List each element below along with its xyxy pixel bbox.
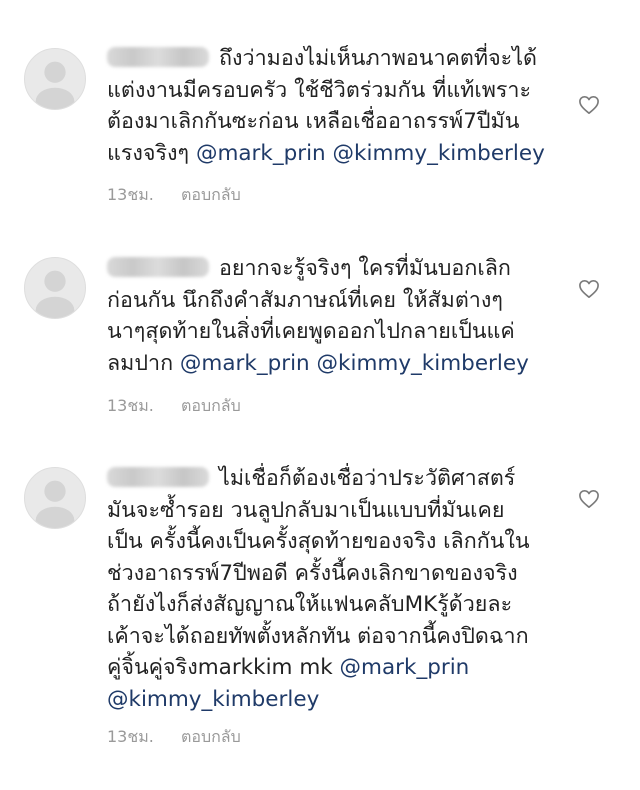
comment-text: ไม่เชื่อก็ต้องเชื่อว่าประวัติศาสตร์ มันจ… bbox=[107, 463, 567, 715]
comment-time: 13ชม. bbox=[107, 727, 154, 746]
comment-text: อยากจะรู้จริงๆ ใครที่มันบอกเลิก ก่อนกัน … bbox=[107, 253, 567, 379]
heart-outline-icon bbox=[579, 280, 599, 298]
mention-link[interactable]: @kimmy_kimberley bbox=[107, 687, 319, 712]
mention-link[interactable]: @kimmy_kimberley bbox=[333, 141, 545, 166]
blurred-username[interactable] bbox=[107, 257, 209, 277]
default-avatar-icon bbox=[35, 270, 75, 318]
comment-line: ก่อนกัน นึกถึงคำสัมภาษณ์ที่เคย ให้สัมต่า… bbox=[107, 287, 503, 313]
like-button[interactable] bbox=[578, 489, 600, 509]
default-avatar-icon bbox=[35, 480, 75, 528]
comment-meta: 13ชม. ตอบกลับ bbox=[107, 183, 241, 208]
mention-link[interactable]: @mark_prin bbox=[180, 351, 310, 376]
reply-button[interactable]: ตอบกลับ bbox=[181, 183, 241, 208]
comment-meta: 13ชม. ตอบกลับ bbox=[107, 725, 241, 750]
comment-time: 13ชม. bbox=[107, 396, 154, 415]
comment-line: ลมปาก @mark_prin @kimmy_kimberley bbox=[107, 350, 529, 376]
comment-line: คู่จิ้นคู่จริงmarkkim mk @mark_prin bbox=[107, 655, 470, 680]
comment-line: อยากจะรู้จริงๆ ใครที่มันบอกเลิก bbox=[107, 253, 567, 285]
mention-link[interactable]: @kimmy_kimberley bbox=[317, 351, 529, 376]
avatar[interactable] bbox=[24, 467, 86, 529]
comment-line: มันจะซ้ำรอย วนลูปกลับมาเป็นแบบที่มันเคย bbox=[107, 497, 505, 523]
comment-line: @kimmy_kimberley bbox=[107, 684, 567, 716]
mention-link[interactable]: @mark_prin bbox=[340, 655, 470, 680]
default-avatar-icon bbox=[35, 61, 75, 109]
like-button[interactable] bbox=[578, 279, 600, 299]
comment-text: ถึงว่ามองไม่เห็นภาพอนาคตที่จะได้ แต่งงาน… bbox=[107, 43, 567, 169]
reply-button[interactable]: ตอบกลับ bbox=[181, 725, 241, 750]
comment-line: ถึงว่ามองไม่เห็นภาพอนาคตที่จะได้ bbox=[107, 43, 567, 75]
comment-line: แต่งงานมีครอบครัว ใช้ชีวิตร่วมกัน ที่แท้… bbox=[107, 77, 532, 103]
comment-line: นาๆสุดท้ายในสิ่งที่เคยพูดออกไปกลายเป็นแค… bbox=[107, 319, 515, 344]
comment-time: 13ชม. bbox=[107, 185, 154, 204]
comment-line: ต้องมาเลิกกันซะก่อน เหลือเชื่ออาถรรพ์7ปี… bbox=[107, 109, 520, 134]
comment-line: แรงจริงๆ @mark_prin @kimmy_kimberley bbox=[107, 140, 545, 166]
heart-outline-icon bbox=[579, 490, 599, 508]
heart-outline-icon bbox=[579, 96, 599, 114]
like-button[interactable] bbox=[578, 95, 600, 115]
comment-line: ช่วงอาถรรพ์7ปีพอดี ครั้งนี้คงเลิกขาดของจ… bbox=[107, 560, 518, 586]
blurred-username[interactable] bbox=[107, 47, 209, 67]
comment-line: ไม่เชื่อก็ต้องเชื่อว่าประวัติศาสตร์ bbox=[107, 463, 567, 495]
avatar[interactable] bbox=[24, 257, 86, 319]
avatar[interactable] bbox=[24, 48, 86, 110]
mention-link[interactable]: @mark_prin bbox=[196, 141, 326, 166]
comment-line: ถ้ายังไงก็ส่งสัญญาณให้แฟนคลับMKรู้ด้วยละ bbox=[107, 592, 513, 617]
blurred-username[interactable] bbox=[107, 467, 209, 487]
comment-line: เป็น ครั้งนี้คงเป็นครั้งสุดท้ายของจริง เ… bbox=[107, 529, 530, 554]
reply-button[interactable]: ตอบกลับ bbox=[181, 394, 241, 419]
comment-line: เค้าจะได้ถอยทัพตั้งหลักทัน ต่อจากนี้คงปิ… bbox=[107, 623, 529, 649]
comment-meta: 13ชม. ตอบกลับ bbox=[107, 394, 241, 419]
